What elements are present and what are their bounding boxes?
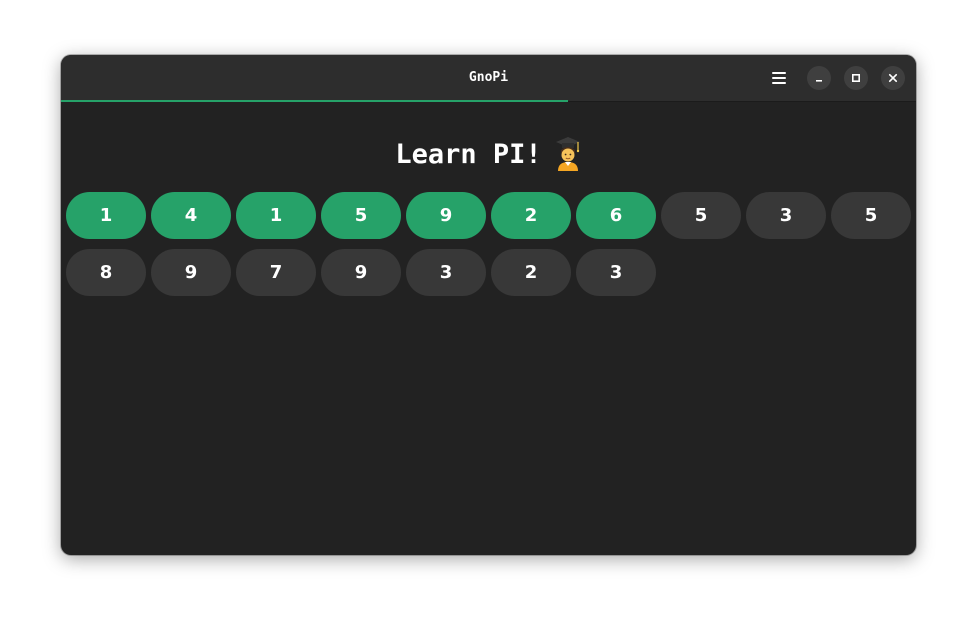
main-menu-button[interactable]: [764, 65, 794, 91]
digit-pill-pending: 3: [576, 249, 656, 296]
maximize-icon: [851, 73, 861, 83]
digit-pill-entered: 2: [491, 192, 571, 239]
digit-pill-pending: 3: [746, 192, 826, 239]
digit-grid: 14159265358979323: [66, 192, 916, 296]
digit-pill-entered: 6: [576, 192, 656, 239]
digit-pill-entered: 5: [321, 192, 401, 239]
digit-pill-pending: 8: [66, 249, 146, 296]
digit-pill-pending: 2: [491, 249, 571, 296]
digit-pill-pending: 9: [151, 249, 231, 296]
digit-pill-pending: 3: [406, 249, 486, 296]
minimize-button[interactable]: [807, 66, 831, 90]
digit-pill-pending: 5: [661, 192, 741, 239]
heading-text: Learn PI!: [395, 139, 542, 170]
minimize-icon: [816, 80, 822, 82]
digit-pill-entered: 9: [406, 192, 486, 239]
digit-pill-entered: 4: [151, 192, 231, 239]
app-window: GnoPi Learn PI! 1 4 1 5 9 2 6 5 3 5 8 9 …: [61, 55, 916, 555]
digit-pill-pending: 5: [831, 192, 911, 239]
progress-bar: [61, 100, 568, 102]
digit-pill-entered: 1: [236, 192, 316, 239]
digit-pill-pending: 9: [321, 249, 401, 296]
close-icon: [888, 73, 898, 83]
maximize-button[interactable]: [844, 66, 868, 90]
hamburger-menu-icon: [772, 72, 786, 84]
close-button[interactable]: [881, 66, 905, 90]
digit-pill-pending: 7: [236, 249, 316, 296]
graduate-emoji-icon: [554, 135, 582, 171]
page-heading: Learn PI!: [61, 133, 916, 177]
digit-pill-entered: 1: [66, 192, 146, 239]
header-bar: GnoPi: [61, 55, 916, 102]
